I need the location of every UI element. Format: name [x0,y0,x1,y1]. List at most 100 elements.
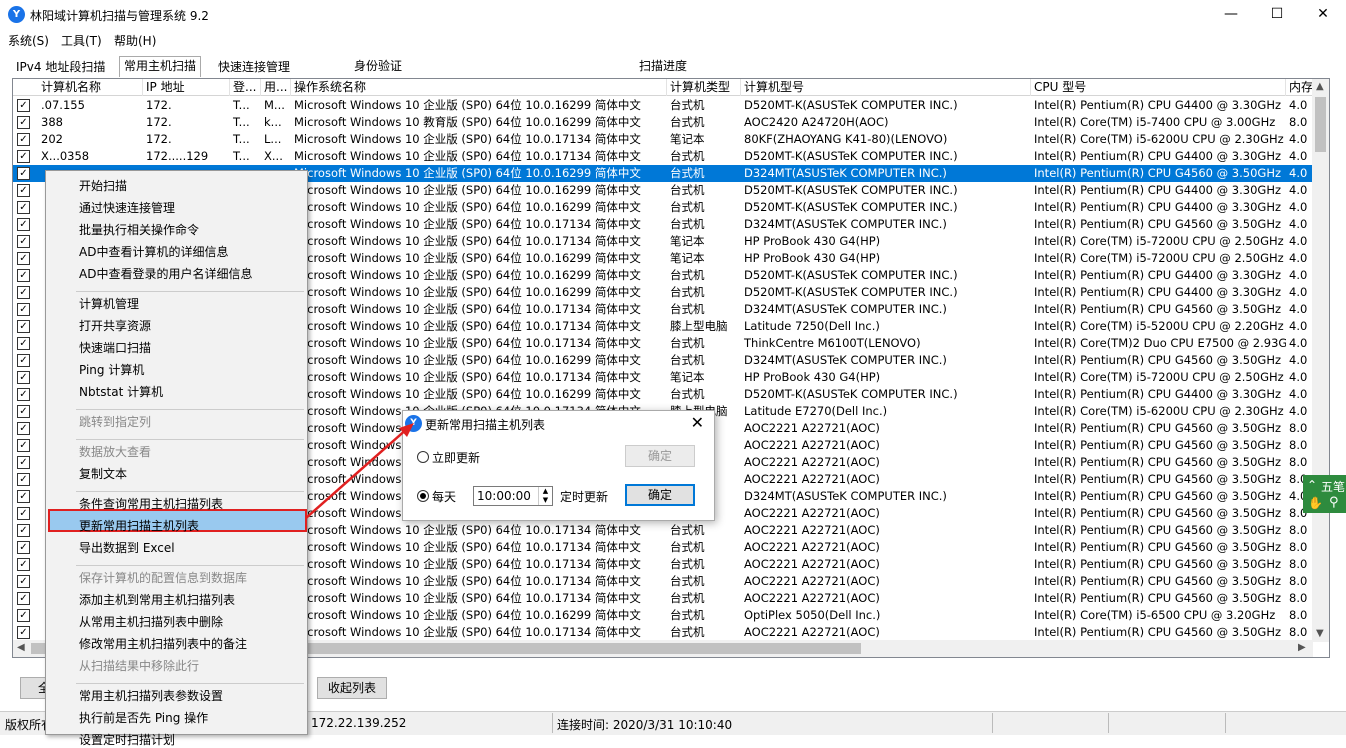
table-row[interactable]: ✓ 388 172. T... k... Microsoft Windows 10 教育版… [13,114,1313,131]
row-checkbox[interactable]: ✓ [17,371,30,384]
row-checkbox[interactable]: ✓ [17,252,30,265]
row-checkbox[interactable]: ✓ [17,575,30,588]
column-header[interactable]: 用... [261,79,291,96]
context-menu-item[interactable]: 导出数据到 Excel [79,539,175,556]
row-checkbox[interactable]: ✓ [17,303,30,316]
table-row[interactable]: ✓ 202 172. T... L... Microsoft Windows 10 企业版… [13,131,1313,148]
radio-daily[interactable] [417,490,429,502]
timed-update-label: 定时更新 [560,490,609,504]
row-checkbox[interactable]: ✓ [17,490,30,503]
row-checkbox[interactable]: ✓ [17,609,30,622]
context-menu-item[interactable]: Ping 计算机 [79,361,144,378]
context-menu-item[interactable]: 开始扫描 [79,177,127,194]
context-menu-item[interactable]: 打开共享资源 [79,317,151,334]
context-menu-item[interactable]: Nbtstat 计算机 [79,383,163,400]
scroll-down-icon[interactable]: ▼ [1316,628,1324,639]
column-header[interactable]: 计算机类型 [667,79,741,96]
time-picker-input[interactable]: 10:00:00 ▲ ▼ [473,486,553,506]
ime-toolbar[interactable]: ⌃ 五笔 ✋ ⚲ [1303,475,1346,513]
cell-os: Microsoft Windows 10 教育版 (SP0) 64位 10.0.… [294,115,641,129]
column-header[interactable]: 计算机名称 [38,79,143,96]
row-checkbox[interactable]: ✓ [17,558,30,571]
row-checkbox[interactable]: ✓ [17,218,30,231]
context-menu-item[interactable]: 计算机管理 [79,295,139,312]
cell-model: D520MT-K(ASUSTeK COMPUTER INC.) [744,200,958,214]
row-checkbox[interactable]: ✓ [17,626,30,639]
maximize-button[interactable]: ☐ [1254,0,1300,30]
row-checkbox[interactable]: ✓ [17,422,30,435]
tab-quick-connect[interactable]: 快速连接管理 [218,58,290,75]
row-checkbox[interactable]: ✓ [17,439,30,452]
row-checkbox[interactable]: ✓ [17,235,30,248]
context-menu-item[interactable]: 条件查询常用主机扫描列表 [79,495,223,512]
context-menu-item[interactable]: 执行前是否先 Ping 操作 [79,709,208,726]
close-button[interactable]: ✕ [1300,0,1346,30]
context-menu-item[interactable]: 通过快速连接管理 [79,199,175,216]
row-checkbox[interactable]: ✓ [17,405,30,418]
row-checkbox[interactable]: ✓ [17,116,30,129]
vertical-scrollbar[interactable]: ▲ ▼ [1312,79,1329,642]
scroll-left-icon[interactable]: ◀ [17,642,25,653]
column-header[interactable]: 操作系统名称 [291,79,667,96]
row-checkbox[interactable]: ✓ [17,167,30,180]
row-checkbox[interactable]: ✓ [17,269,30,282]
radio-update-now[interactable] [417,451,429,463]
group-auth-label: 身份验证 [354,59,403,73]
context-menu-item[interactable]: AD中查看登录的用户名详细信息 [79,265,252,282]
row-checkbox[interactable]: ✓ [17,184,30,197]
row-checkbox[interactable]: ✓ [17,507,30,520]
row-checkbox[interactable]: ✓ [17,524,30,537]
time-spinner[interactable]: ▲ ▼ [538,487,552,505]
context-menu-item[interactable]: 添加主机到常用主机扫描列表 [79,591,235,608]
cell-model: D520MT-K(ASUSTeK COMPUTER INC.) [744,387,958,401]
row-checkbox[interactable]: ✓ [17,456,30,469]
ime-collapse-icon[interactable]: ⌃ [1307,478,1317,492]
tab-ipv4-scan[interactable]: IPv4 地址段扫描 [16,58,105,75]
column-header[interactable]: 登... [230,79,261,96]
context-menu-item[interactable]: 修改常用主机扫描列表中的备注 [79,635,247,652]
context-menu-item[interactable]: 常用主机扫描列表参数设置 [79,687,223,704]
row-checkbox[interactable]: ✓ [17,541,30,554]
context-menu-item[interactable]: 从常用主机扫描列表中删除 [79,613,223,630]
context-menu-item[interactable]: 批量执行相关操作命令 [79,221,199,238]
cell-cpu: Intel(R) Pentium(R) CPU G4400 @ 3.30GHz [1034,387,1282,401]
column-header[interactable]: IP 地址 [143,79,230,96]
context-menu-item[interactable]: 复制文本 [79,465,127,482]
row-checkbox[interactable]: ✓ [17,150,30,163]
confirm-now-button[interactable]: 确定 [625,445,695,467]
dialog-close-icon[interactable]: ✕ [691,413,704,432]
context-menu-item[interactable]: 快速端口扫描 [79,339,151,356]
scroll-right-icon[interactable]: ▶ [1298,642,1306,653]
column-header[interactable]: 计算机型号 [741,79,1031,96]
confirm-daily-button[interactable]: 确定 [625,484,695,506]
table-row[interactable]: ✓ .07.155 172. T... M... Microsoft Windows 10… [13,97,1313,114]
menu-help[interactable]: 帮助(H) [114,32,156,49]
vertical-scroll-thumb[interactable] [1315,97,1326,152]
minimize-button[interactable]: — [1208,0,1254,30]
row-checkbox[interactable]: ✓ [17,133,30,146]
row-checkbox[interactable]: ✓ [17,388,30,401]
row-checkbox[interactable]: ✓ [17,337,30,350]
context-menu-item[interactable]: AD中查看计算机的详细信息 [79,243,228,260]
context-menu-item[interactable]: 更新常用扫描主机列表 [79,517,199,534]
scroll-up-icon[interactable]: ▲ [1316,81,1324,92]
table-row[interactable]: ✓ X...0358 172.....129 T... X... Microsoft Wi… [13,148,1313,165]
row-checkbox[interactable]: ✓ [17,99,30,112]
search-icon[interactable]: ⚲ [1329,495,1339,510]
spin-up-icon[interactable]: ▲ [543,487,548,495]
row-checkbox[interactable]: ✓ [17,473,30,486]
context-menu-item[interactable]: 设置定时扫描计划 [79,731,175,748]
spin-down-icon[interactable]: ▼ [543,496,548,504]
column-header[interactable]: CPU 型号 [1031,79,1286,96]
row-checkbox[interactable]: ✓ [17,592,30,605]
hand-icon[interactable]: ✋ [1308,496,1323,510]
row-checkbox[interactable]: ✓ [17,201,30,214]
cell-cpu: Intel(R) Pentium(R) CPU G4560 @ 3.50GHz [1034,523,1282,537]
collapse-list-button[interactable]: 收起列表 [317,677,387,699]
menu-tools[interactable]: 工具(T) [61,32,102,49]
tab-common-host-scan[interactable]: 常用主机扫描 [119,56,202,77]
row-checkbox[interactable]: ✓ [17,320,30,333]
row-checkbox[interactable]: ✓ [17,354,30,367]
menu-system[interactable]: 系统(S) [8,32,49,49]
row-checkbox[interactable]: ✓ [17,286,30,299]
